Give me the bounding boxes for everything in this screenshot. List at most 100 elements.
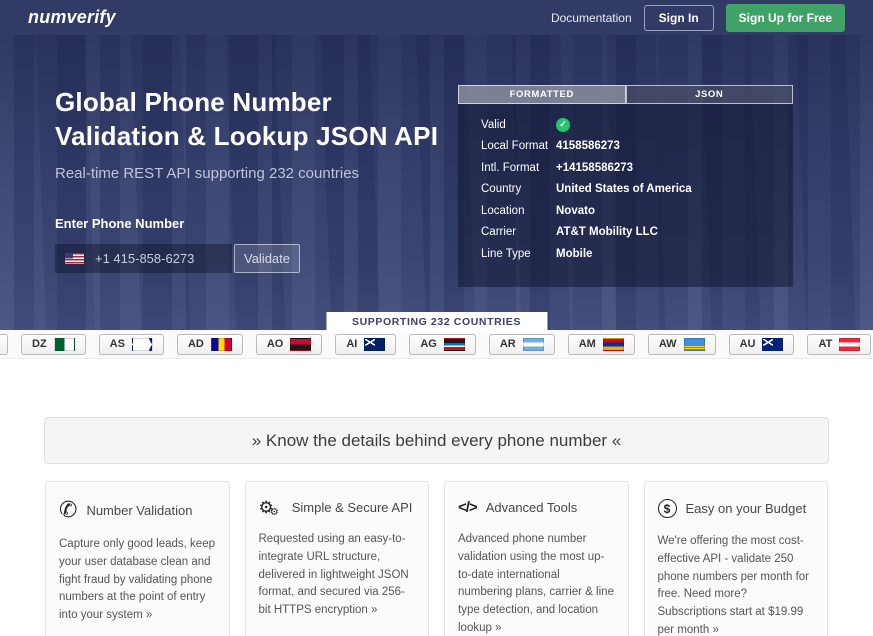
result-label: Local Format bbox=[481, 140, 556, 152]
dollar-circle-icon: $ bbox=[658, 499, 677, 518]
country-code: AW bbox=[659, 338, 677, 350]
result-value: United States of America bbox=[556, 183, 692, 195]
feature-card: ✆ Number Validation Capture only good lead… bbox=[45, 481, 230, 636]
result-value: Mobile bbox=[556, 248, 592, 260]
country-pill-aw[interactable]: AW bbox=[648, 334, 716, 355]
result-rows: Valid✓Local Format4158586273Intl. Format… bbox=[458, 104, 793, 265]
card-header: ⚙⚙ Simple & Secure API bbox=[259, 499, 416, 516]
card-text[interactable]: Advanced phone number validation using t… bbox=[458, 531, 615, 636]
feature-card: </> Advanced Tools Advanced phone number v… bbox=[444, 481, 629, 636]
card-text[interactable]: Requested using an easy-to-integrate URL… bbox=[259, 531, 416, 620]
result-label: Intl. Format bbox=[481, 162, 556, 174]
country-code: AT bbox=[818, 338, 832, 350]
feature-card: ⚙⚙ Simple & Secure API Requested using an … bbox=[245, 481, 430, 636]
result-value: 4158586273 bbox=[556, 140, 620, 152]
country-code: AO bbox=[267, 338, 284, 350]
tab-json[interactable]: JSON bbox=[626, 85, 794, 104]
country-pill-at[interactable]: AT bbox=[807, 334, 871, 355]
result-label: Valid bbox=[481, 119, 556, 131]
country-flag-bar: DZASADAOAIAGARAMAWAUATAZBSBHBD bbox=[0, 330, 873, 359]
code-icon: </> bbox=[458, 499, 477, 516]
card-title: Advanced Tools bbox=[486, 500, 578, 515]
sign-in-button[interactable]: Sign In bbox=[644, 5, 714, 31]
at-flag-icon bbox=[839, 338, 860, 351]
result-row: Intl. Format+14158586273 bbox=[481, 157, 793, 179]
phone-circle-icon: ✆ bbox=[59, 499, 77, 521]
us-flag-icon bbox=[65, 253, 84, 264]
hero-subtitle: Real-time REST API supporting 232 countr… bbox=[55, 165, 438, 182]
validate-button[interactable]: Validate bbox=[234, 244, 300, 273]
tab-formatted[interactable]: FORMATTED bbox=[458, 85, 626, 104]
country-pill-ag[interactable]: AG bbox=[409, 334, 476, 355]
result-row: Line TypeMobile bbox=[481, 243, 793, 265]
result-value: +14158586273 bbox=[556, 162, 633, 174]
country-code: AI bbox=[346, 338, 357, 350]
phone-number-value: +1 415-858-6273 bbox=[95, 251, 194, 266]
au-flag-icon bbox=[762, 338, 783, 351]
as-flag-icon bbox=[132, 338, 153, 351]
result-row: CarrierAT&T Mobility LLC bbox=[481, 222, 793, 244]
card-text[interactable]: Capture only good leads, keep your user … bbox=[59, 536, 216, 625]
hero-section: Global Phone Number Validation & Lookup … bbox=[0, 35, 873, 330]
result-label: Country bbox=[481, 183, 556, 195]
country-pill-as[interactable]: AS bbox=[99, 334, 164, 355]
card-text[interactable]: We're offering the most cost-effective A… bbox=[658, 533, 815, 636]
country-pill-ad[interactable]: AD bbox=[177, 334, 243, 355]
phone-input-row: +1 415-858-6273 Validate bbox=[55, 244, 438, 273]
result-row: LocationNovato bbox=[481, 200, 793, 222]
country-pill-au[interactable]: AU bbox=[729, 334, 795, 355]
feature-card: $ Easy on your Budget We're offering the m… bbox=[644, 481, 829, 636]
title-line-2: Validation & Lookup JSON API bbox=[55, 121, 438, 151]
dz-flag-icon bbox=[54, 338, 75, 351]
ai-flag-icon bbox=[364, 338, 385, 351]
country-pill-dz[interactable]: DZ bbox=[21, 334, 86, 355]
page-title: Global Phone Number Validation & Lookup … bbox=[55, 85, 438, 153]
country-pill-am[interactable]: AM bbox=[568, 334, 635, 355]
result-row: Valid✓ bbox=[481, 114, 793, 136]
title-line-1: Global Phone Number bbox=[55, 87, 332, 117]
card-title: Easy on your Budget bbox=[686, 501, 807, 516]
ao-flag-icon bbox=[290, 338, 311, 351]
country-code: AG bbox=[420, 338, 437, 350]
ar-flag-icon bbox=[523, 338, 544, 351]
supporting-countries-badge: SUPPORTING 232 COUNTRIES bbox=[326, 312, 547, 333]
result-tabs: FORMATTEDJSON bbox=[458, 85, 793, 104]
ad-flag-icon bbox=[211, 338, 232, 351]
numverify-logo[interactable]: numverify bbox=[28, 7, 116, 28]
country-code: AS bbox=[110, 338, 125, 350]
documentation-link[interactable]: Documentation bbox=[551, 11, 632, 25]
phone-input-label: Enter Phone Number bbox=[55, 216, 438, 231]
country-pill-ar[interactable]: AR bbox=[489, 334, 555, 355]
card-header: </> Advanced Tools bbox=[458, 499, 615, 516]
result-value: AT&T Mobility LLC bbox=[556, 226, 658, 238]
hero-content: Global Phone Number Validation & Lookup … bbox=[55, 85, 438, 273]
card-header: $ Easy on your Budget bbox=[658, 499, 815, 518]
country-code: AD bbox=[188, 338, 204, 350]
card-header: ✆ Number Validation bbox=[59, 499, 216, 521]
result-label: Carrier bbox=[481, 226, 556, 238]
section-heading-band: » Know the details behind every phone nu… bbox=[44, 417, 829, 464]
section-heading: » Know the details behind every phone nu… bbox=[252, 431, 622, 451]
country-pill-partial[interactable] bbox=[0, 334, 8, 355]
phone-number-input[interactable]: +1 415-858-6273 bbox=[55, 244, 232, 273]
sign-up-button[interactable]: Sign Up for Free bbox=[726, 4, 845, 32]
feature-cards: ✆ Number Validation Capture only good lead… bbox=[0, 481, 873, 636]
card-title: Number Validation bbox=[86, 503, 192, 518]
country-pill-ai[interactable]: AI bbox=[335, 334, 396, 355]
country-code: AU bbox=[740, 338, 756, 350]
country-code: AR bbox=[500, 338, 516, 350]
valid-check-icon: ✓ bbox=[556, 118, 570, 132]
navbar-actions: Documentation Sign In Sign Up for Free bbox=[551, 4, 845, 32]
country-code: AM bbox=[579, 338, 596, 350]
country-code: DZ bbox=[32, 338, 47, 350]
validation-result-panel: FORMATTEDJSON Valid✓Local Format41585862… bbox=[458, 85, 793, 287]
country-pill-ao[interactable]: AO bbox=[256, 334, 323, 355]
result-label: Location bbox=[481, 205, 556, 217]
result-label: Line Type bbox=[481, 248, 556, 260]
aw-flag-icon bbox=[684, 338, 705, 351]
result-row: Local Format4158586273 bbox=[481, 136, 793, 158]
am-flag-icon bbox=[603, 338, 624, 351]
top-navbar: numverify Documentation Sign In Sign Up … bbox=[0, 0, 873, 35]
card-title: Simple & Secure API bbox=[292, 500, 413, 515]
gears-icon: ⚙⚙ bbox=[259, 499, 283, 516]
